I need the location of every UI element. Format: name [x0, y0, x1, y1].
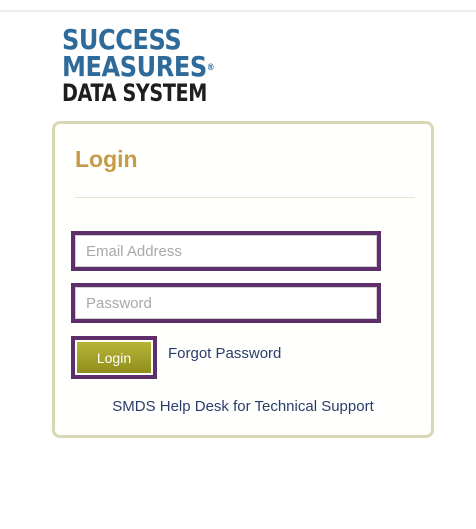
email-field-highlight — [71, 231, 381, 271]
top-divider — [0, 10, 476, 12]
logo-line-measures: MEASURES® — [62, 53, 218, 81]
login-button-highlight: Login — [71, 336, 157, 379]
helpdesk-link[interactable]: SMDS Help Desk for Technical Support — [55, 398, 431, 415]
logo-line-success: SUCCESS — [62, 23, 182, 56]
forgot-password-link[interactable]: Forgot Password — [168, 345, 281, 362]
password-input[interactable] — [75, 287, 377, 319]
login-title: Login — [75, 146, 138, 172]
email-input[interactable] — [75, 235, 377, 267]
login-button[interactable]: Login — [77, 342, 151, 373]
login-panel: Login Login Forgot Password SMDS Help De… — [52, 121, 434, 438]
password-field-highlight — [71, 283, 381, 323]
logo-line-data-system: DATA SYSTEM — [62, 79, 207, 107]
success-measures-logo: SUCCESS MEASURES® DATA SYSTEM — [62, 26, 243, 107]
registered-mark: ® — [206, 63, 215, 73]
title-divider — [75, 197, 415, 198]
